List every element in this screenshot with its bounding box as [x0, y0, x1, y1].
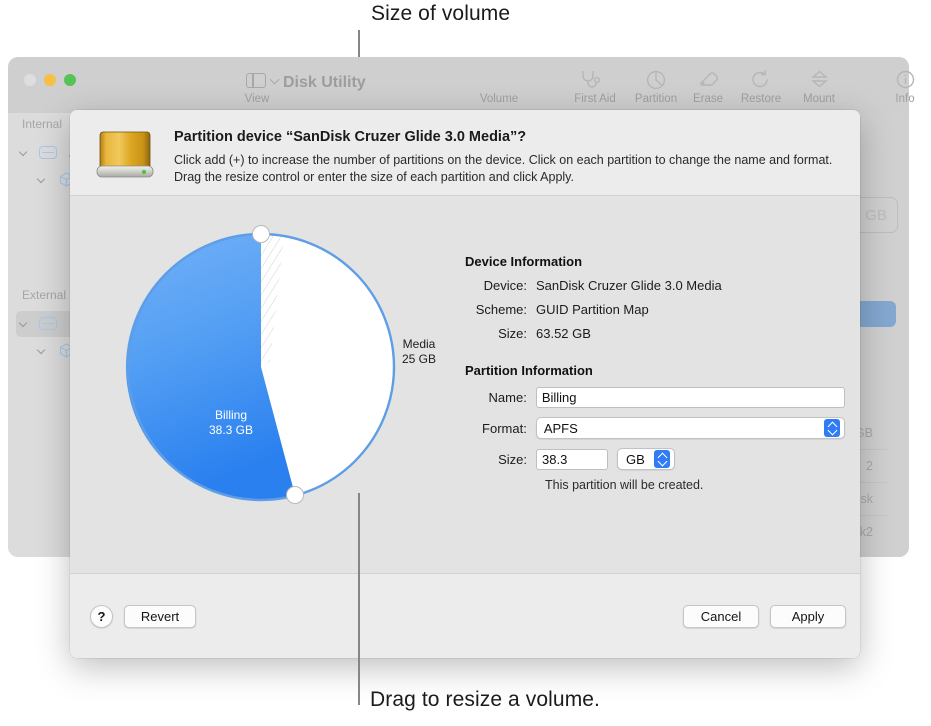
- sidebar-toggle-icon[interactable]: [246, 73, 266, 88]
- format-label: Format:: [465, 421, 536, 436]
- cancel-button[interactable]: Cancel: [683, 605, 759, 628]
- pie-svg[interactable]: [98, 212, 428, 542]
- format-row: Format: APFS: [465, 417, 845, 439]
- device-size-row: Size: 63.52 GB: [465, 326, 845, 341]
- callout-top-label: Size of volume: [371, 2, 510, 26]
- partition-note: This partition will be created.: [545, 478, 845, 492]
- mount-icon[interactable]: [810, 70, 829, 89]
- disk-icon: [39, 317, 57, 330]
- restore-arrow-icon[interactable]: [750, 69, 771, 90]
- format-select[interactable]: APFS: [536, 417, 845, 439]
- window-toolbar: View + − Volume First Aid Partition: [8, 57, 909, 113]
- toolbar-info-label: Info: [882, 93, 928, 105]
- pie-chart-icon[interactable]: [645, 69, 667, 91]
- pie-label-media-size: 25 GB: [376, 352, 462, 367]
- device-information-heading: Device Information: [465, 254, 845, 269]
- stethoscope-icon[interactable]: [579, 69, 605, 89]
- detail-row-value: 2: [866, 459, 873, 473]
- device-value: SanDisk Cruzer Glide 3.0 Media: [536, 278, 722, 293]
- device-size-value: 63.52 GB: [536, 326, 591, 341]
- resize-handle-top[interactable]: [253, 226, 270, 243]
- info-icon[interactable]: [896, 70, 915, 89]
- toolbar-restore-label: Restore: [734, 93, 788, 105]
- dialog-body: Billing 38.3 GB Media 25 GB + − Device I…: [70, 196, 860, 573]
- device-label: Device:: [465, 278, 536, 293]
- partition-name-input[interactable]: Billing: [536, 387, 845, 408]
- size-unit-select[interactable]: GB: [617, 448, 675, 470]
- info-column: Device Information Device: SanDisk Cruze…: [465, 254, 845, 492]
- disclosure-triangle-icon[interactable]: [37, 175, 45, 183]
- name-row: Name: Billing: [465, 387, 845, 408]
- disclosure-triangle-icon[interactable]: [19, 319, 27, 327]
- callout-bottom-label: Drag to resize a volume.: [370, 688, 600, 712]
- detail-capacity-badge: GB: [854, 197, 898, 233]
- external-drive-icon: [94, 129, 156, 181]
- toolbar-partition-label: Partition: [625, 93, 687, 105]
- revert-button[interactable]: Revert: [124, 605, 196, 628]
- partition-information-heading: Partition Information: [465, 363, 845, 378]
- toolbar-view-label: View: [240, 93, 274, 105]
- callout-bottom-leader-line: [358, 493, 360, 705]
- format-selected-value: APFS: [544, 421, 578, 436]
- pie-label-billing-name: Billing: [176, 408, 286, 423]
- pie-label-billing-size: 38.3 GB: [176, 423, 286, 438]
- scheme-value: GUID Partition Map: [536, 302, 649, 317]
- device-row: Device: SanDisk Cruzer Glide 3.0 Media: [465, 278, 845, 293]
- sidebar-section-internal: Internal: [22, 117, 62, 131]
- dialog-title: Partition device “SanDisk Cruzer Glide 3…: [174, 129, 526, 145]
- dialog-header: Partition device “SanDisk Cruzer Glide 3…: [70, 110, 860, 196]
- dialog-description: Click add (+) to increase the number of …: [174, 152, 836, 186]
- partition-pie-chart[interactable]: Billing 38.3 GB Media 25 GB: [98, 212, 428, 542]
- partition-dialog: Partition device “SanDisk Cruzer Glide 3…: [70, 110, 860, 658]
- pie-label-billing: Billing 38.3 GB: [176, 408, 286, 438]
- partition-size-input[interactable]: 38.3: [536, 449, 608, 470]
- size-unit-value: GB: [626, 452, 645, 467]
- chevron-updown-icon[interactable]: [824, 419, 840, 437]
- dialog-footer: ? Revert Cancel Apply: [70, 573, 860, 658]
- eraser-icon[interactable]: [697, 71, 721, 88]
- disclosure-triangle-icon[interactable]: [37, 346, 45, 354]
- name-label: Name:: [465, 390, 536, 405]
- toolbar-volume-label: Volume: [469, 93, 529, 105]
- minimize-window-button[interactable]: [44, 74, 56, 86]
- toolbar-erase-label: Erase: [684, 93, 732, 105]
- help-button[interactable]: ?: [90, 605, 113, 628]
- sidebar-section-external: External: [22, 288, 66, 302]
- partition-size-row: Size: 38.3 GB: [465, 448, 845, 470]
- toolbar-mount-label: Mount: [792, 93, 846, 105]
- zoom-window-button[interactable]: [64, 74, 76, 86]
- apply-button[interactable]: Apply: [770, 605, 846, 628]
- pie-label-media-name: Media: [376, 337, 462, 352]
- toolbar-first-aid-label: First Aid: [564, 93, 626, 105]
- screenshot-root: Size of volume View + − Volume First Aid: [0, 0, 931, 726]
- chevron-updown-icon[interactable]: [654, 450, 670, 468]
- resize-handle-bottom[interactable]: [287, 487, 304, 504]
- window-title: Disk Utility: [283, 74, 366, 92]
- disk-icon: [39, 146, 57, 159]
- scheme-row: Scheme: GUID Partition Map: [465, 302, 845, 317]
- close-window-button[interactable]: [24, 74, 36, 86]
- scheme-label: Scheme:: [465, 302, 536, 317]
- chevron-down-icon[interactable]: [270, 75, 280, 85]
- disclosure-triangle-icon[interactable]: [19, 148, 27, 156]
- device-size-label: Size:: [465, 326, 536, 341]
- pie-label-media: Media 25 GB: [376, 337, 462, 367]
- partition-size-label: Size:: [465, 452, 536, 467]
